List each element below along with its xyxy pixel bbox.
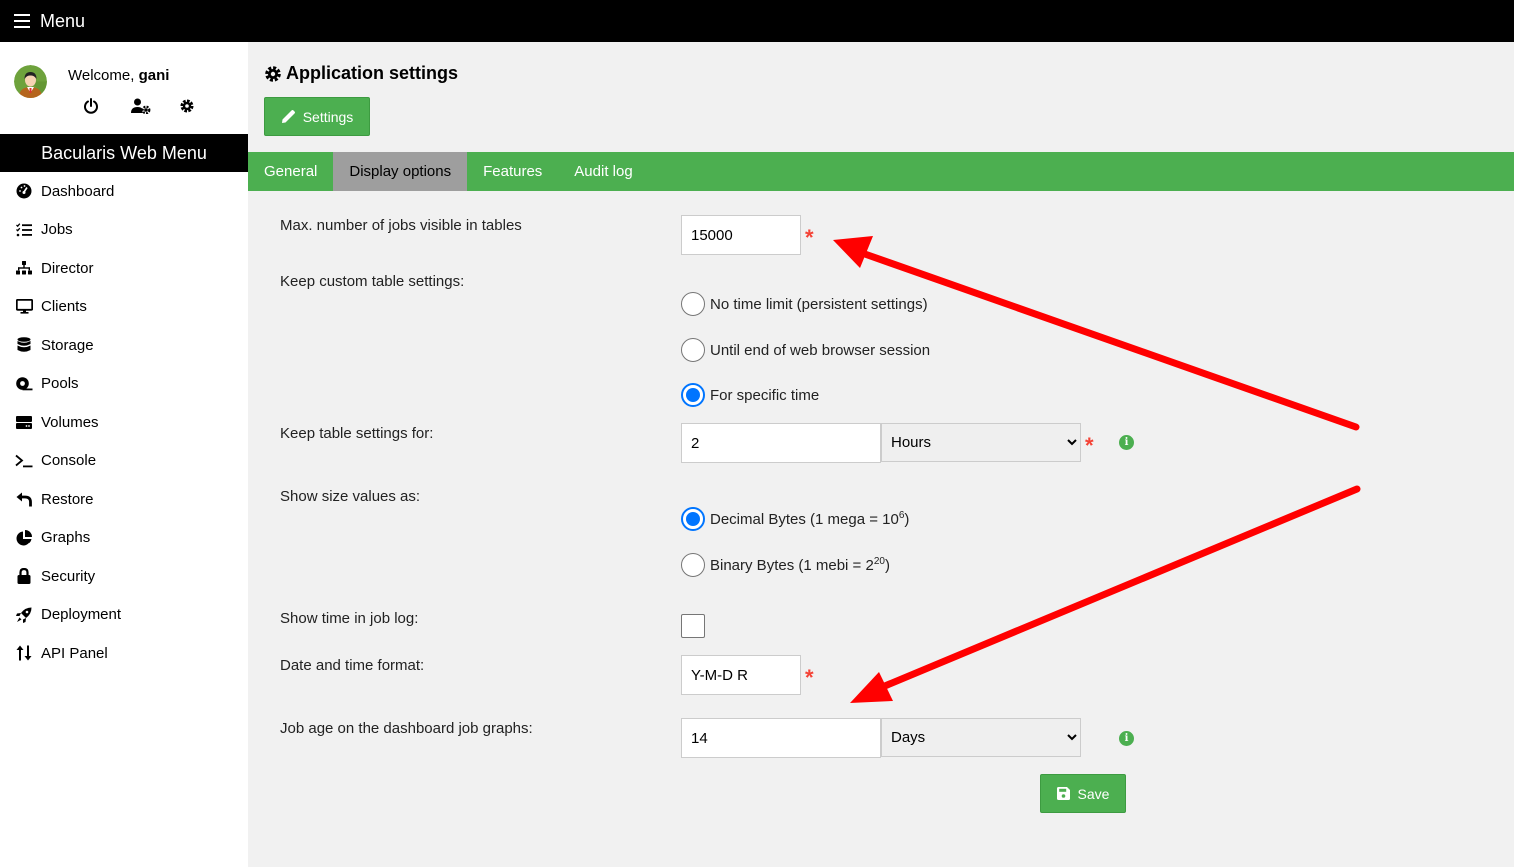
sidebar: Welcome, gani Bacularis Web Menu Dashboa… <box>0 42 248 867</box>
show-time-checkbox[interactable] <box>681 614 705 638</box>
pie-chart-icon <box>15 529 33 547</box>
sidebar-item-jobs[interactable]: Jobs <box>0 211 248 250</box>
sidebar-item-dashboard[interactable]: Dashboard <box>0 172 248 211</box>
sidebar-item-restore[interactable]: Restore <box>0 480 248 519</box>
avatar <box>14 65 47 98</box>
required-asterisk: * <box>805 665 814 690</box>
radio-button[interactable] <box>681 338 705 362</box>
sidebar-item-api-panel[interactable]: API Panel <box>0 634 248 673</box>
sidebar-item-pools[interactable]: Pools <box>0 365 248 404</box>
sidebar-item-label: Storage <box>41 336 94 354</box>
sidebar-item-security[interactable]: Security <box>0 557 248 596</box>
menu-label[interactable]: Menu <box>40 11 85 32</box>
radio-no-time-limit[interactable]: No time limit (persistent settings) <box>681 292 928 316</box>
info-icon[interactable]: i <box>1119 435 1134 450</box>
sidebar-item-label: Graphs <box>41 529 91 547</box>
radio-until-session-end[interactable]: Until end of web browser session <box>681 338 930 362</box>
undo-icon <box>15 490 33 508</box>
tab-general[interactable]: General <box>248 152 333 191</box>
sidebar-item-label: Volumes <box>41 413 99 431</box>
user-box: Welcome, gani <box>0 42 248 134</box>
radio-button[interactable] <box>681 553 705 577</box>
sidebar-item-label: Security <box>41 567 96 585</box>
job-age-value-input[interactable] <box>681 718 881 758</box>
sidebar-item-label: Restore <box>41 490 94 508</box>
menu-header: Bacularis Web Menu <box>0 134 248 172</box>
job-age-unit-select[interactable]: Days <box>881 718 1081 757</box>
sidebar-item-console[interactable]: Console <box>0 442 248 481</box>
radio-button[interactable] <box>681 292 705 316</box>
tape-icon <box>15 375 33 393</box>
sidebar-item-label: Console <box>41 452 97 470</box>
radio-decimal-bytes[interactable]: Decimal Bytes (1 mega = 106) <box>681 507 909 531</box>
rocket-icon <box>15 606 33 624</box>
page-title: Application settings <box>264 63 458 84</box>
date-format-input[interactable] <box>681 655 801 695</box>
jobs-list-icon <box>15 221 33 239</box>
sidebar-item-storage[interactable]: Storage <box>0 326 248 365</box>
save-button[interactable]: Save <box>1040 774 1126 813</box>
keep-for-unit-select[interactable]: Hours <box>881 423 1081 462</box>
radio-button-checked[interactable] <box>681 507 705 531</box>
tab-display-options[interactable]: Display options <box>333 152 468 191</box>
info-icon[interactable]: i <box>1119 731 1134 746</box>
tab-features[interactable]: Features <box>467 152 558 191</box>
max-jobs-label: Max. number of jobs visible in tables <box>280 217 522 234</box>
sidebar-item-label: Jobs <box>41 221 73 239</box>
sidebar-item-graphs[interactable]: Graphs <box>0 519 248 558</box>
hamburger-menu-icon[interactable] <box>14 14 30 28</box>
job-age-label: Job age on the dashboard job graphs: <box>280 720 533 737</box>
logout-power-icon[interactable] <box>82 96 130 116</box>
required-asterisk: * <box>1085 433 1094 458</box>
sort-arrows-icon <box>15 644 33 662</box>
menu-list: Dashboard Jobs Director Clients Storage … <box>0 172 248 673</box>
sidebar-item-label: Clients <box>41 298 87 316</box>
username: gani <box>138 67 170 84</box>
sidebar-item-label: Dashboard <box>41 182 115 200</box>
radio-binary-bytes[interactable]: Binary Bytes (1 mebi = 220) <box>681 553 890 577</box>
hdd-icon <box>15 413 33 431</box>
tab-audit-log[interactable]: Audit log <box>558 152 648 191</box>
keep-for-label: Keep table settings for: <box>280 425 434 442</box>
sidebar-item-clients[interactable]: Clients <box>0 288 248 327</box>
lock-icon <box>15 567 33 585</box>
settings-gear-icon[interactable] <box>178 96 226 116</box>
radio-button-checked[interactable] <box>681 383 705 407</box>
welcome-text: Welcome, gani <box>68 67 170 84</box>
sidebar-item-volumes[interactable]: Volumes <box>0 403 248 442</box>
settings-button[interactable]: Settings <box>264 97 370 136</box>
sidebar-item-label: Director <box>41 259 94 277</box>
keep-for-value-input[interactable] <box>681 423 881 463</box>
sidebar-item-label: API Panel <box>41 644 108 662</box>
user-settings-icon[interactable] <box>130 96 178 116</box>
required-asterisk: * <box>805 225 814 250</box>
top-bar: Menu <box>0 0 1514 42</box>
date-format-label: Date and time format: <box>280 657 425 674</box>
gear-icon <box>264 65 282 83</box>
main-content: Application settings Settings General Di… <box>248 42 1514 867</box>
database-icon <box>15 336 33 354</box>
pencil-icon <box>281 110 295 123</box>
floppy-disk-icon <box>1056 787 1070 800</box>
dashboard-icon <box>15 182 33 200</box>
radio-specific-time[interactable]: For specific time <box>681 383 819 407</box>
sidebar-item-director[interactable]: Director <box>0 249 248 288</box>
show-time-label: Show time in job log: <box>280 610 419 627</box>
sitemap-icon <box>15 259 33 277</box>
max-jobs-input[interactable] <box>681 215 801 255</box>
sidebar-item-label: Deployment <box>41 606 122 624</box>
user-actions <box>82 96 226 116</box>
terminal-icon <box>15 452 33 470</box>
sidebar-item-deployment[interactable]: Deployment <box>0 596 248 635</box>
sidebar-item-label: Pools <box>41 375 79 393</box>
keep-custom-label: Keep custom table settings: <box>280 273 465 290</box>
desktop-icon <box>15 298 33 316</box>
size-values-label: Show size values as: <box>280 488 421 505</box>
tab-bar: General Display options Features Audit l… <box>248 152 1514 191</box>
